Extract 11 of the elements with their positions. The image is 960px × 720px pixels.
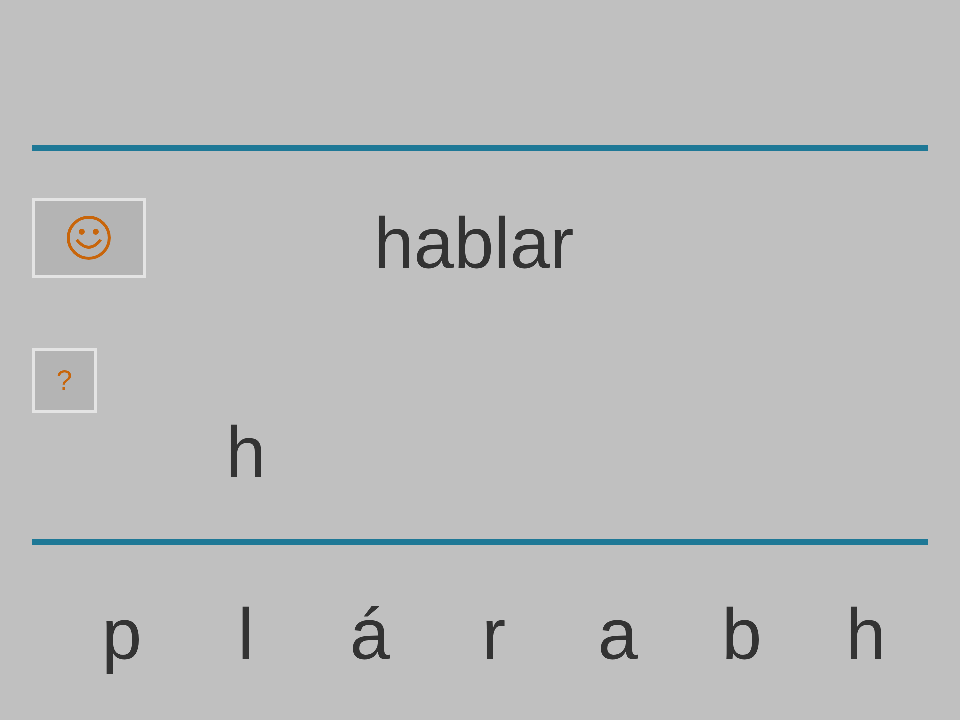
answer-text: h	[226, 415, 266, 491]
letter-choice[interactable]: r	[432, 597, 556, 673]
letter-choice[interactable]: b	[680, 597, 804, 673]
target-word: hablar	[374, 204, 574, 284]
letter-choice[interactable]: p	[60, 597, 184, 673]
letter-choice[interactable]: a	[556, 597, 680, 673]
letter-choice[interactable]: h	[804, 597, 928, 673]
letter-choice[interactable]: á	[308, 597, 432, 673]
smiley-icon	[66, 215, 112, 261]
smiley-button[interactable]	[32, 198, 146, 278]
letter-choice[interactable]: l	[184, 597, 308, 673]
